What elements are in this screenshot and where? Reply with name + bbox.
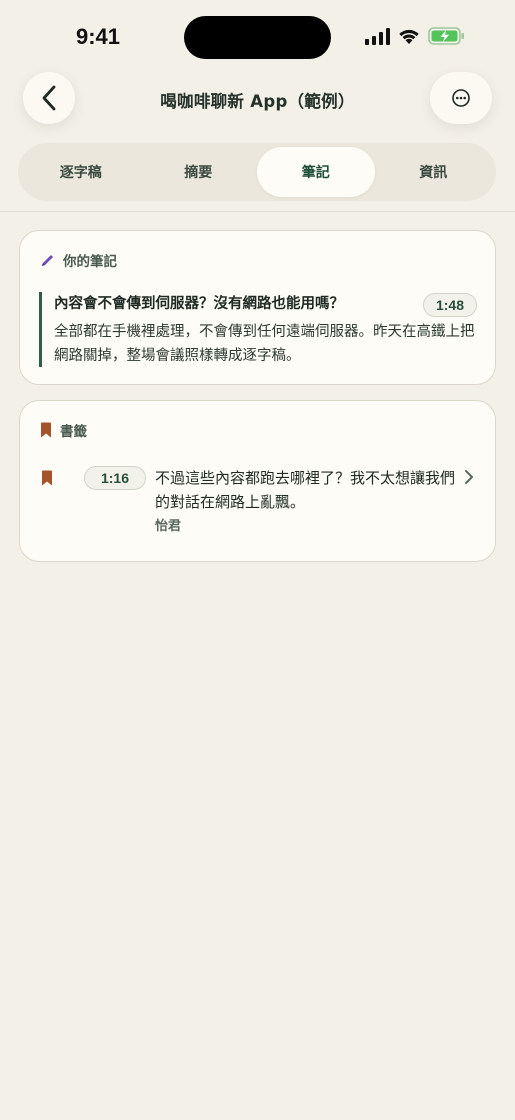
bookmark-text: 不過這些內容都跑去哪裡了？我不太想讓我們的對話在網路上亂飄。 [155, 469, 456, 511]
battery-charging-icon [428, 27, 464, 45]
note-timestamp-pill[interactable]: 1:48 [423, 293, 477, 317]
note-question: 內容會不會傳到伺服器？沒有網路也能用嗎？ [54, 296, 344, 312]
note-item[interactable]: 內容會不會傳到伺服器？沒有網路也能用嗎？ 全部都在手機裡處理，不會傳到任何遠端伺… [39, 292, 479, 367]
header-divider [0, 211, 515, 212]
pencil-icon [42, 254, 53, 266]
status-icons [364, 26, 466, 46]
bookmark-icon [42, 470, 52, 486]
chevron-right-icon[interactable] [464, 469, 474, 485]
bookmarks-card-header: 書籤 [40, 420, 87, 440]
bookmarks-header-label: 書籤 [60, 424, 87, 440]
notes-screen: 9:41 喝咖啡聊新 App（範例） 逐字稿 摘要 筆記 資訊 你的筆記 內容會… [0, 0, 515, 1120]
tab-summary[interactable]: 摘要 [140, 147, 258, 197]
bookmark-timestamp-pill[interactable]: 1:16 [84, 466, 146, 490]
segment-tabs: 逐字稿 摘要 筆記 資訊 [18, 143, 496, 201]
bookmark-item[interactable]: 1:16 不過這些內容都跑去哪裡了？我不太想讓我們的對話在網路上亂飄。 怡君 [40, 464, 480, 544]
dynamic-island [184, 16, 331, 59]
more-horizontal-circle-icon [452, 89, 470, 107]
bookmark-speaker: 怡君 [155, 519, 182, 534]
wifi-icon [399, 29, 419, 44]
notes-card-header: 你的筆記 [40, 250, 117, 270]
tab-info[interactable]: 資訊 [375, 147, 493, 197]
tab-notes[interactable]: 筆記 [257, 147, 375, 197]
bookmarks-card: 書籤 1:16 不過這些內容都跑去哪裡了？我不太想讓我們的對話在網路上亂飄。 怡… [19, 400, 496, 562]
note-answer: 全部都在手機裡處理，不會傳到任何遠端伺服器。昨天在高鐵上把網路關掉，整場會議照樣… [54, 324, 475, 364]
notes-card: 你的筆記 內容會不會傳到伺服器？沒有網路也能用嗎？ 全部都在手機裡處理，不會傳到… [19, 230, 496, 385]
cellular-signal-icon [365, 28, 390, 45]
more-options-button[interactable] [430, 72, 492, 124]
tab-transcript[interactable]: 逐字稿 [22, 147, 140, 197]
bookmark-icon [41, 422, 51, 438]
status-time: 9:41 [76, 24, 121, 49]
notes-header-label: 你的筆記 [63, 254, 117, 270]
